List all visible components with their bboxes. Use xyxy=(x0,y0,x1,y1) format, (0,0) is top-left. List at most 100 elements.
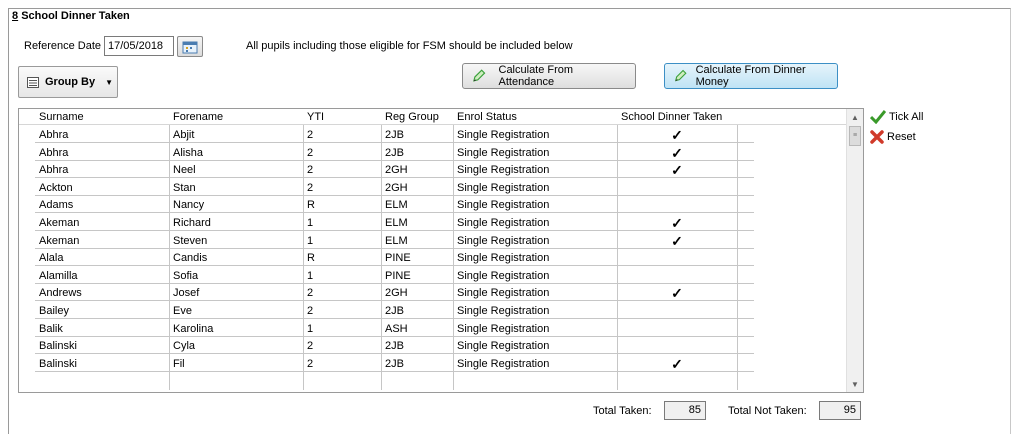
tick-all-button[interactable]: Tick All xyxy=(870,110,923,124)
cell-school-dinner-taken[interactable] xyxy=(617,302,737,319)
cell-school-dinner-taken[interactable]: ✓ xyxy=(617,284,737,301)
cell-school-dinner-taken[interactable]: ✓ xyxy=(617,232,737,249)
calculate-from-dinner-money-label: Calculate From Dinner Money xyxy=(695,64,806,88)
reference-date-input[interactable] xyxy=(104,36,174,56)
calculate-from-dinner-money-button[interactable]: Calculate From Dinner Money xyxy=(664,63,838,89)
table-row[interactable]: Balinski Cyla 2 2JB Single Registration xyxy=(19,337,848,355)
cell-enrol-status: Single Registration xyxy=(457,164,550,177)
checkmark-icon: ✓ xyxy=(671,232,683,249)
cell-enrol-status: Single Registration xyxy=(457,234,550,247)
table-row[interactable]: Abhra Neel 2 2GH Single Registration ✓ xyxy=(19,161,848,179)
cell-enrol-status: Single Registration xyxy=(457,129,550,141)
column-header-surname[interactable]: Surname xyxy=(35,109,173,124)
cell-reg-group: ASH xyxy=(385,322,408,335)
reset-label: Reset xyxy=(887,131,916,143)
column-divider xyxy=(381,125,382,390)
cell-forename: Fil xyxy=(173,357,185,370)
column-divider xyxy=(737,125,738,390)
cell-school-dinner-taken[interactable]: ✓ xyxy=(617,144,737,161)
column-header-enrol-status[interactable]: Enrol Status xyxy=(453,109,619,124)
cell-yti: 2 xyxy=(307,146,314,159)
cell-school-dinner-taken[interactable] xyxy=(617,267,737,284)
cell-school-dinner-taken[interactable] xyxy=(617,249,737,266)
table-row[interactable]: Abhra Alisha 2 2JB Single Registration ✓ xyxy=(19,144,848,161)
cell-yti: 1 xyxy=(307,322,314,335)
reference-date-label: Reference Date xyxy=(24,40,102,52)
tick-all-icon xyxy=(870,110,886,124)
cell-reg-group: 2JB xyxy=(385,340,404,353)
cell-reg-group: 2JB xyxy=(385,146,404,159)
grid-header-row: Surname Forename YTI Reg Group Enrol Sta… xyxy=(19,109,848,125)
checkmark-icon: ✓ xyxy=(671,215,683,231)
cell-surname: Alala xyxy=(39,252,64,265)
cell-enrol-status: Single Registration xyxy=(457,340,550,353)
cell-reg-group: PINE xyxy=(385,269,411,282)
cell-enrol-status: Single Registration xyxy=(457,181,550,194)
cell-yti: 2 xyxy=(307,305,314,317)
scroll-up-icon[interactable]: ▲ xyxy=(847,109,863,125)
cell-enrol-status: Single Registration xyxy=(457,322,550,335)
cell-yti: R xyxy=(307,199,315,212)
section-title-text: School Dinner Taken xyxy=(21,10,130,22)
table-row[interactable]: Abhra Abjit 2 2JB Single Registration ✓ xyxy=(19,126,848,143)
cell-school-dinner-taken[interactable]: ✓ xyxy=(617,214,737,231)
column-divider xyxy=(617,125,618,390)
cell-surname: Balinski xyxy=(39,340,77,353)
cell-yti: 2 xyxy=(307,340,314,353)
cell-school-dinner-taken[interactable] xyxy=(617,196,737,213)
cell-forename: Steven xyxy=(173,234,208,247)
cell-yti: 2 xyxy=(307,357,314,370)
scroll-down-icon[interactable]: ▼ xyxy=(847,376,863,392)
cell-school-dinner-taken[interactable] xyxy=(617,179,737,196)
table-row[interactable]: Akeman Steven 1 ELM Single Registration ✓ xyxy=(19,232,848,249)
group-by-label: Group By xyxy=(45,76,96,88)
group-by-button[interactable]: Group By ▼ xyxy=(18,66,118,98)
cell-school-dinner-taken[interactable] xyxy=(617,320,737,337)
table-row[interactable]: Andrews Josef 2 2GH Single Registration ✓ xyxy=(19,284,848,302)
total-taken-label: Total Taken: xyxy=(593,405,652,417)
cell-school-dinner-taken[interactable]: ✓ xyxy=(617,355,737,372)
cell-reg-group: 2JB xyxy=(385,129,404,141)
column-header-yti[interactable]: YTI xyxy=(303,109,383,124)
table-row[interactable]: Balinski Fil 2 2JB Single Registration ✓ xyxy=(19,355,848,372)
table-row[interactable]: Alala Candis R PINE Single Registration xyxy=(19,249,848,267)
checkmark-icon: ✓ xyxy=(671,144,683,161)
cell-yti: R xyxy=(307,252,315,265)
table-row[interactable]: Ackton Stan 2 2GH Single Registration xyxy=(19,179,848,196)
grid-vertical-scrollbar[interactable]: ▲ ≡ ▼ xyxy=(846,109,863,392)
calendar-button[interactable] xyxy=(177,36,203,57)
column-divider xyxy=(453,125,454,390)
cell-yti: 2 xyxy=(307,181,314,194)
cell-reg-group: ELM xyxy=(385,199,408,212)
cell-school-dinner-taken[interactable] xyxy=(617,337,737,354)
reset-icon xyxy=(870,130,884,144)
cell-school-dinner-taken[interactable]: ✓ xyxy=(617,161,737,178)
checkmark-icon: ✓ xyxy=(671,285,683,302)
group-by-icon xyxy=(27,76,39,88)
cell-enrol-status: Single Registration xyxy=(457,357,550,370)
cell-forename: Neel xyxy=(173,164,196,177)
cell-forename: Stan xyxy=(173,181,196,194)
pupil-grid: Surname Forename YTI Reg Group Enrol Sta… xyxy=(18,108,864,393)
column-header-school-dinner-taken[interactable]: School Dinner Taken xyxy=(617,109,737,124)
column-divider xyxy=(303,125,304,390)
calculate-from-attendance-label: Calculate From Attendance xyxy=(498,64,574,88)
table-row[interactable]: Bailey Eve 2 2JB Single Registration xyxy=(19,302,848,319)
table-row[interactable]: Balik Karolina 1 ASH Single Registration xyxy=(19,320,848,337)
calculate-from-attendance-button[interactable]: Calculate From Attendance xyxy=(462,63,636,89)
column-header-forename[interactable]: Forename xyxy=(169,109,305,124)
scroll-thumb[interactable]: ≡ xyxy=(849,126,861,146)
cell-school-dinner-taken[interactable]: ✓ xyxy=(617,126,737,143)
fsm-info-text: All pupils including those eligible for … xyxy=(246,40,573,52)
cell-yti: 1 xyxy=(307,217,314,229)
cell-forename: Josef xyxy=(173,287,200,300)
cell-reg-group: 2GH xyxy=(385,164,408,177)
column-header-reg-group[interactable]: Reg Group xyxy=(381,109,455,124)
table-row[interactable]: Akeman Richard 1 ELM Single Registration ✓ xyxy=(19,214,848,231)
cell-forename: Abjit xyxy=(173,129,195,141)
section-number: 8 xyxy=(12,10,19,22)
table-row[interactable]: Alamilla Sofia 1 PINE Single Registration xyxy=(19,267,848,284)
reset-button[interactable]: Reset xyxy=(870,130,916,144)
table-row[interactable]: Adams Nancy R ELM Single Registration xyxy=(19,196,848,214)
cell-reg-group: 2GH xyxy=(385,181,408,194)
